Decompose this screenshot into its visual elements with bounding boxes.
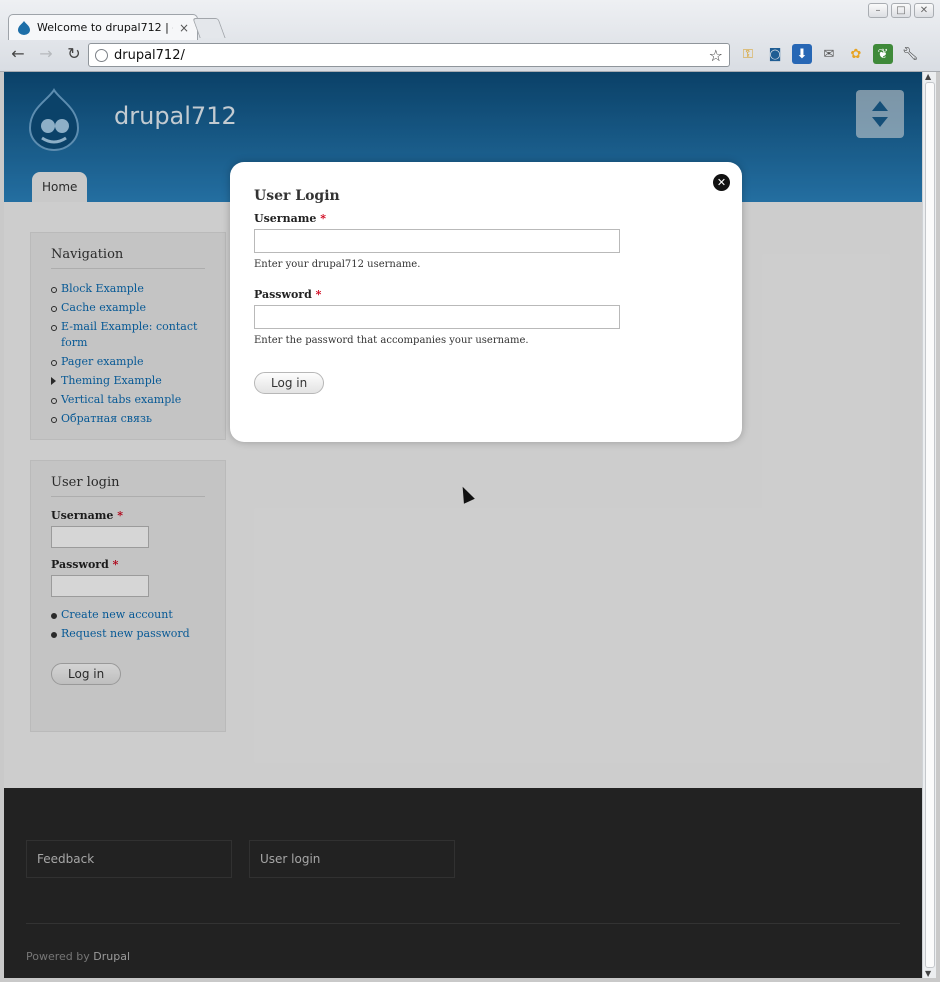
modal-username-label: Username * xyxy=(254,212,718,225)
nav-buttons: ← → ↻ xyxy=(8,43,84,63)
close-window-button[interactable]: ✕ xyxy=(914,3,934,18)
camera-icon[interactable]: ◙ xyxy=(765,44,785,64)
globe-icon xyxy=(95,48,108,62)
vertical-scrollbar[interactable]: ▲ ▼ xyxy=(922,72,936,978)
password-description: Enter the password that accompanies your… xyxy=(254,335,529,346)
scroll-up-icon[interactable]: ▲ xyxy=(925,72,931,81)
required-mark: * xyxy=(320,212,326,225)
scroll-thumb[interactable] xyxy=(925,82,935,968)
close-icon[interactable]: ✕ xyxy=(713,174,730,191)
back-button[interactable]: ← xyxy=(8,43,28,63)
tab-title: Welcome to drupal712 | d xyxy=(37,21,173,34)
minimize-button[interactable]: – xyxy=(868,3,888,18)
username-description: Enter your drupal712 username. xyxy=(254,259,421,270)
drupal-favicon-icon xyxy=(18,20,30,35)
modal-password-label: Password * xyxy=(254,288,718,301)
evernote-icon[interactable]: ❦ xyxy=(873,44,893,64)
scroll-down-icon[interactable]: ▼ xyxy=(925,969,931,978)
download-icon[interactable]: ⬇ xyxy=(792,44,812,64)
page-viewport: drupal712 Home Navigation Block Example … xyxy=(4,72,922,978)
extensions-bar: ⚿ ◙ ⬇ ✉ ✿ ❦ 🔧︎ xyxy=(738,44,920,64)
address-bar[interactable]: drupal712/ ☆ xyxy=(88,43,730,67)
forward-button[interactable]: → xyxy=(36,43,56,63)
required-mark: * xyxy=(315,288,322,301)
url-text[interactable]: drupal712/ xyxy=(114,48,703,63)
browser-chrome: – □ ✕ Welcome to drupal712 | d × ← → ↻ d… xyxy=(0,0,940,72)
modal-password-input[interactable] xyxy=(254,305,620,329)
modal-password-label-text: Password xyxy=(254,288,312,301)
maximize-button[interactable]: □ xyxy=(891,3,911,18)
browser-tab[interactable]: Welcome to drupal712 | d × xyxy=(8,14,198,40)
tab-close-icon[interactable]: × xyxy=(179,21,189,35)
modal-username-input[interactable] xyxy=(254,229,620,253)
wrench-icon[interactable]: 🔧︎ xyxy=(900,44,920,64)
modal-username-label-text: Username xyxy=(254,212,317,225)
mail-icon[interactable]: ✉ xyxy=(819,44,839,64)
flower-icon[interactable]: ✿ xyxy=(846,44,866,64)
modal-login-button[interactable]: Log in xyxy=(254,372,325,394)
login-modal: ✕ User Login Username * Enter your drupa… xyxy=(230,162,742,442)
key-icon[interactable]: ⚿ xyxy=(738,44,758,64)
bookmark-star-icon[interactable]: ☆ xyxy=(709,46,723,65)
reload-button[interactable]: ↻ xyxy=(64,43,84,63)
window-controls: – □ ✕ xyxy=(868,3,934,18)
modal-title: User Login xyxy=(254,188,340,204)
